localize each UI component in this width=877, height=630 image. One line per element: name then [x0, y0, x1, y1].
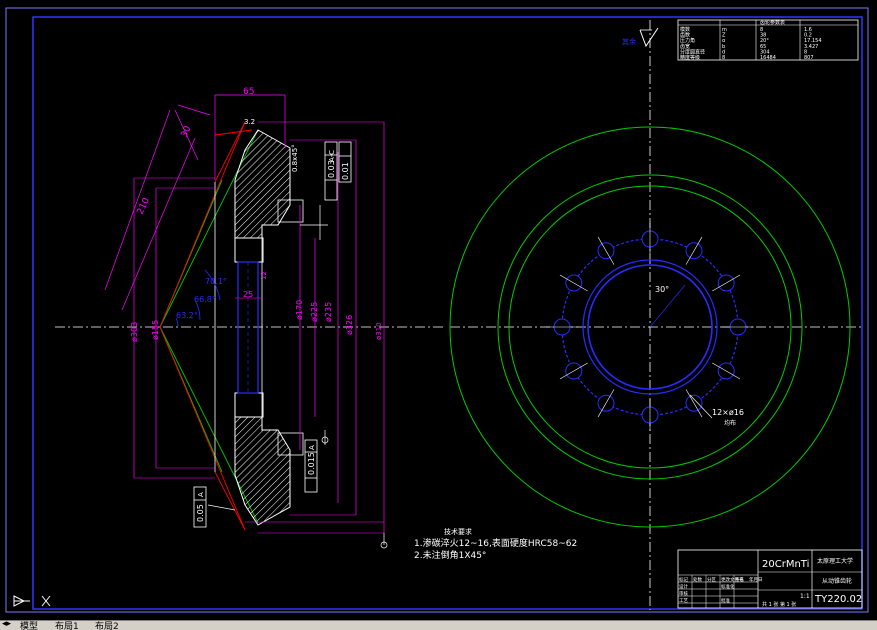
dim-fillet: ø326	[345, 315, 354, 335]
gdt-runout-b-value: 0.05	[196, 504, 205, 522]
title-drawing-number: TY220.02	[814, 594, 862, 605]
title-block-cell: 审核	[679, 590, 688, 597]
title-sheet-info: 共 1 张 第 1 张	[762, 601, 796, 608]
ucs-icon	[13, 595, 51, 607]
dim-225: ø225	[310, 302, 319, 322]
dim-angle-30: 30°	[655, 285, 669, 294]
title-block-cell: 分区	[707, 576, 716, 583]
dim-small: 12	[260, 271, 268, 280]
dim-bolt-holes-sub: 均布	[724, 419, 736, 427]
gdt-runout-a-datum: A	[308, 445, 316, 450]
front-view	[449, 20, 862, 610]
dim-root-angle: 66.8°	[194, 295, 216, 304]
gdt-flatness-value: 0.01	[341, 162, 350, 180]
title-block-cell: 签名	[735, 576, 744, 583]
svg-text:其余: 其余	[622, 37, 636, 46]
title-block-cell: 标记	[679, 576, 688, 583]
dim-303: ø303	[130, 322, 139, 342]
notes-line1: 1.渗碳淬火12~16,表面硬度HRC58~62	[414, 537, 577, 549]
title-block-left-rows: 标记 处数 分区 更改文件号签名 年月日设计 标准化审核工艺 批准	[679, 576, 763, 604]
title-block-cell: 标准化	[721, 583, 735, 590]
title-block-cell: 处数	[693, 576, 702, 583]
param-cell: 16484	[760, 55, 776, 61]
dim-310: ø310	[375, 322, 383, 340]
gdt-runout-ac-datum: A-C	[328, 150, 336, 162]
dim-30: 30	[180, 124, 194, 139]
section-view	[55, 94, 445, 549]
notes-line2: 2.未注倒角1X45°	[414, 549, 486, 561]
dim-chamfer: 0.8x45°	[291, 144, 299, 172]
title-part-name: 从动锥齿轮	[822, 577, 852, 585]
title-school: 太原理工大学	[817, 557, 853, 565]
param-cell: 8	[722, 55, 725, 61]
dim-face-width: 65	[243, 87, 254, 97]
dim-25: 25	[243, 290, 253, 299]
cad-drawing-canvas[interactable]: 65 30 210 70.1° 66.8° 63.2° 25 12 ø170 ø…	[0, 0, 877, 620]
title-material: 20CrMnTi	[762, 559, 809, 570]
sheet-inner-frame	[32, 16, 863, 610]
gdt-runout-a-value: 0.015	[307, 452, 316, 475]
roughness-symbol: 其余	[622, 27, 659, 48]
title-block-cell: 批准	[721, 597, 730, 604]
dim-bolt: ø155	[151, 320, 160, 340]
title-scale: 1:1	[800, 593, 810, 600]
gdt-runout-b-datum: A	[197, 492, 205, 497]
title-block-cell: 设计	[679, 583, 688, 590]
dim-bolt-holes: 12×ø16	[712, 408, 744, 417]
parameter-table-title: 齿轮参数表	[760, 19, 785, 26]
dim-face-angle: 63.2°	[176, 311, 198, 320]
param-cell: 精度等级	[680, 54, 700, 61]
sheet-outer-border	[5, 7, 869, 613]
param-cell: 807	[804, 55, 814, 61]
title-block-cell: 工艺	[679, 598, 688, 604]
dim-cone-angle: 70.1°	[205, 277, 227, 286]
dim-170: ø170	[295, 300, 304, 320]
dim-surface-finish: 3.2	[244, 118, 255, 126]
notes-title: 技术要求	[444, 527, 472, 536]
dim-235: ø235	[324, 302, 333, 322]
tab-nav-arrows[interactable]: ◂▸	[2, 621, 11, 629]
title-block-cell: 年月日	[749, 576, 763, 583]
